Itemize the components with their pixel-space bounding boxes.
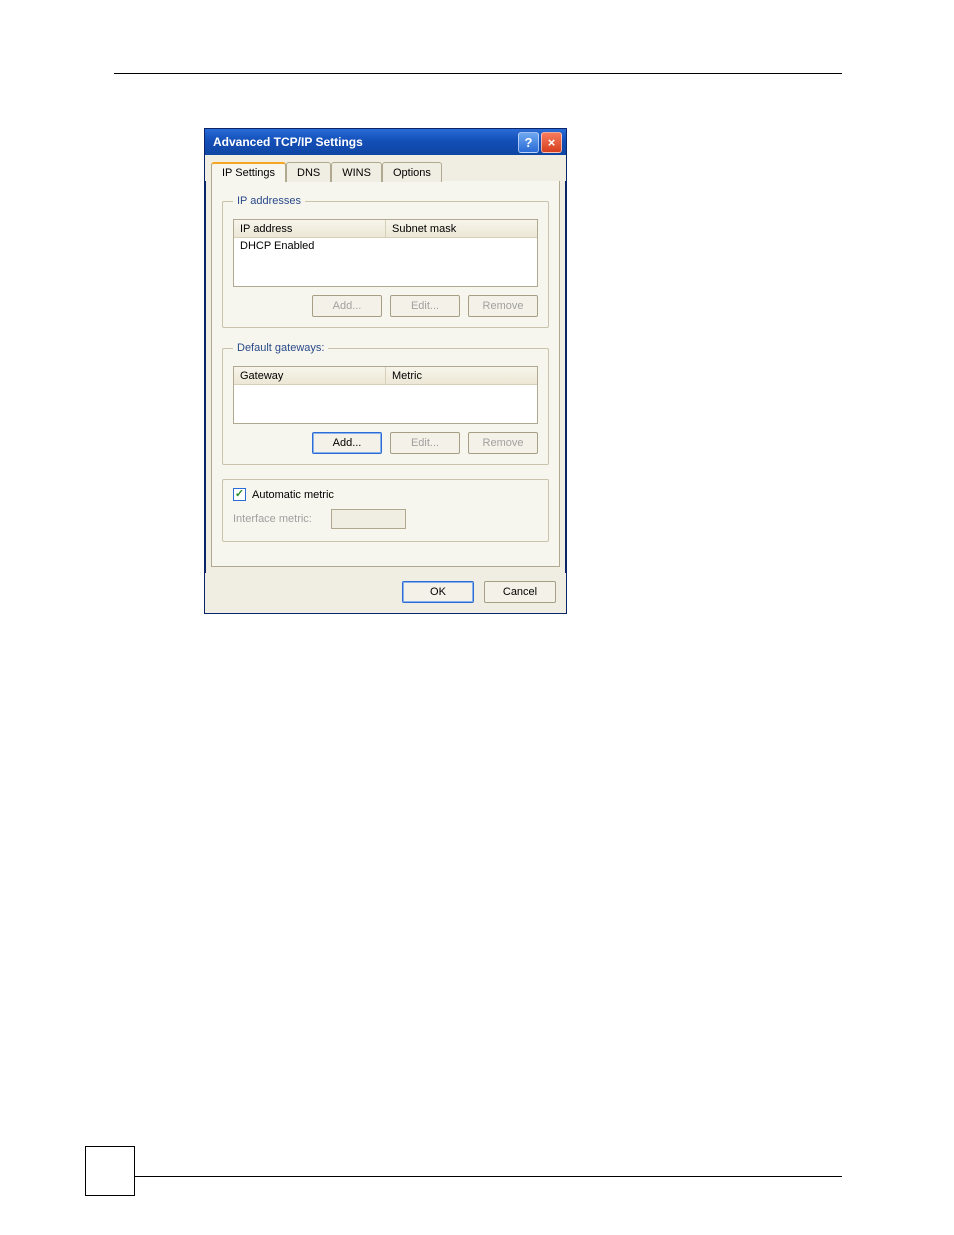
tab-strip: IP Settings DNS WINS Options — [205, 155, 566, 181]
col-subnet-mask[interactable]: Subnet mask — [386, 220, 537, 237]
automatic-metric-label: Automatic metric — [252, 489, 334, 501]
ok-button[interactable]: OK — [402, 581, 474, 603]
metric-group: Automatic metric Interface metric: — [222, 479, 549, 542]
gateways-header: Gateway Metric — [234, 367, 537, 385]
page-bottom-rule — [135, 1176, 842, 1177]
titlebar[interactable]: Advanced TCP/IP Settings ? × — [205, 129, 566, 155]
ip-add-button[interactable]: Add... — [312, 295, 382, 317]
ip-addresses-group: IP addresses IP address Subnet mask DHCP… — [222, 195, 549, 328]
default-gateways-group: Default gateways: Gateway Metric Add... … — [222, 342, 549, 465]
gw-remove-button[interactable]: Remove — [468, 432, 538, 454]
default-gateways-legend: Default gateways: — [233, 342, 328, 354]
automatic-metric-checkbox[interactable] — [233, 488, 246, 501]
ip-addresses-body: DHCP Enabled — [234, 238, 537, 254]
tab-wins[interactable]: WINS — [331, 162, 382, 182]
interface-metric-label: Interface metric: — [233, 513, 323, 525]
col-metric[interactable]: Metric — [386, 367, 537, 384]
ip-addresses-header: IP address Subnet mask — [234, 220, 537, 238]
ip-remove-button[interactable]: Remove — [468, 295, 538, 317]
window-title: Advanced TCP/IP Settings — [213, 135, 516, 149]
interface-metric-input[interactable] — [331, 509, 406, 529]
col-ip-address[interactable]: IP address — [234, 220, 386, 237]
tab-options[interactable]: Options — [382, 162, 442, 182]
dialog-footer: OK Cancel — [205, 573, 566, 613]
page-number-box — [85, 1146, 135, 1196]
col-gateway[interactable]: Gateway — [234, 367, 386, 384]
close-icon: × — [548, 135, 556, 150]
cancel-button[interactable]: Cancel — [484, 581, 556, 603]
ip-edit-button[interactable]: Edit... — [390, 295, 460, 317]
help-icon: ? — [525, 135, 533, 150]
gw-edit-button[interactable]: Edit... — [390, 432, 460, 454]
tab-dns[interactable]: DNS — [286, 162, 331, 182]
ip-addresses-buttons: Add... Edit... Remove — [233, 295, 538, 317]
tab-panel-ip-settings: IP addresses IP address Subnet mask DHCP… — [211, 181, 560, 567]
help-button[interactable]: ? — [518, 132, 539, 153]
tab-ip-settings[interactable]: IP Settings — [211, 162, 286, 182]
advanced-tcpip-dialog: Advanced TCP/IP Settings ? × IP Settings… — [204, 128, 567, 614]
interface-metric-row: Interface metric: — [233, 509, 538, 529]
gateways-buttons: Add... Edit... Remove — [233, 432, 538, 454]
ip-addresses-legend: IP addresses — [233, 195, 305, 207]
page-top-rule — [114, 73, 842, 74]
list-item[interactable]: DHCP Enabled — [234, 238, 537, 254]
ip-addresses-listview[interactable]: IP address Subnet mask DHCP Enabled — [233, 219, 538, 287]
automatic-metric-row: Automatic metric — [233, 488, 538, 501]
gw-add-button[interactable]: Add... — [312, 432, 382, 454]
gateways-listview[interactable]: Gateway Metric — [233, 366, 538, 424]
close-button[interactable]: × — [541, 132, 562, 153]
